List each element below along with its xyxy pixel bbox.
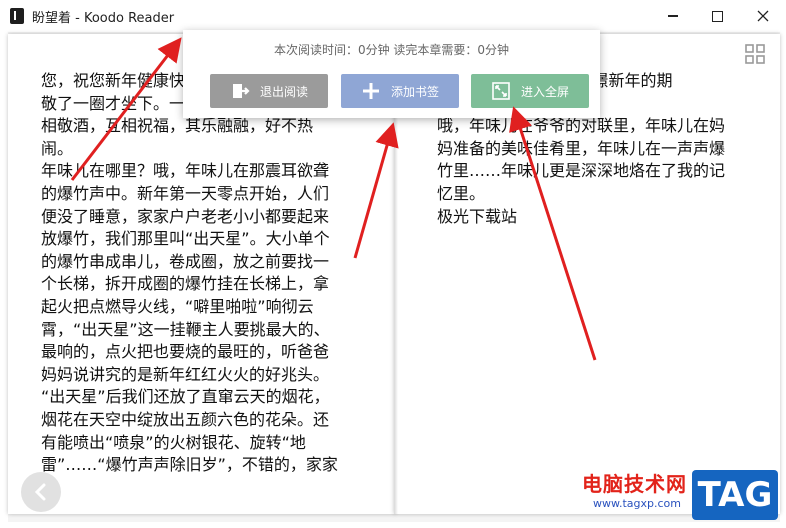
- arrow-to-fullscreen: [509, 106, 597, 361]
- arrow-to-exit: [70, 37, 182, 181]
- annotation-arrows: [70, 37, 597, 361]
- watermark-badge: TAG: [692, 470, 778, 520]
- arrow-to-bookmark: [353, 122, 399, 259]
- watermark-url: www.tagxp.com: [593, 497, 681, 510]
- watermark-site-name: 电脑技术网: [582, 472, 687, 496]
